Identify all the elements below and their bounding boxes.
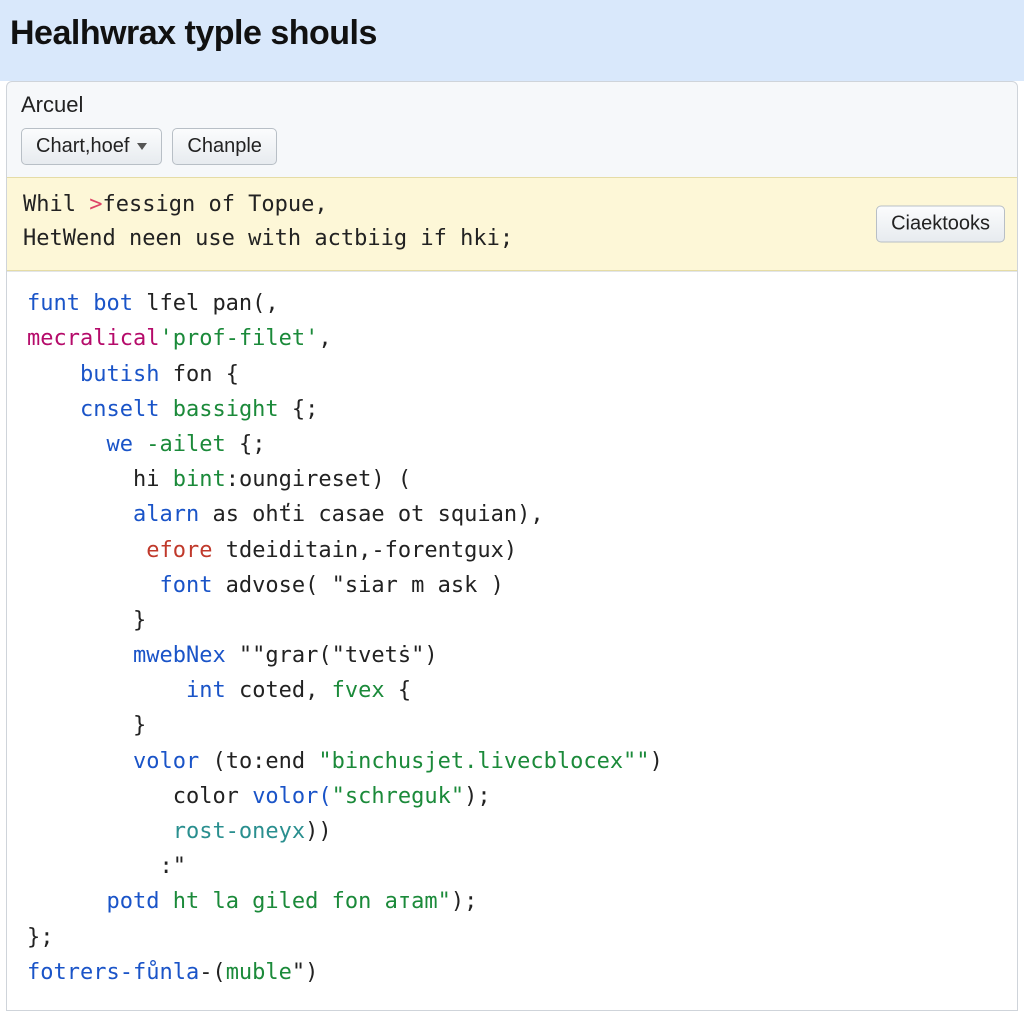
title-bar: Healhwrax typle shouls (0, 0, 1024, 81)
notice-line-1: Whil >fessign of Topue, (23, 188, 1001, 222)
page-title: Healhwrax typle shouls (10, 14, 1014, 53)
ciaektooks-button-label: Ciaektooks (891, 213, 990, 235)
main-panel: Arcuel Chart,hoef Chanple Whil >fessign … (6, 81, 1018, 1011)
chanple-button[interactable]: Chanple (172, 128, 277, 165)
panel-header: Arcuel Chart,hoef Chanple (7, 82, 1017, 177)
code-block: funt bot lfel pan(, mecralical'prof-file… (7, 271, 1017, 1010)
chanple-button-label: Chanple (187, 135, 262, 158)
notice-line-2: HetWend neen use with actbiig if hki; (23, 222, 1001, 256)
arrow-icon: > (89, 192, 102, 217)
notice-banner: Whil >fessign of Topue, HetWend neen use… (7, 177, 1017, 271)
ciaektooks-button[interactable]: Ciaektooks (876, 206, 1005, 243)
toolbar: Chart,hoef Chanple (21, 128, 1003, 165)
chevron-down-icon (137, 143, 147, 150)
chart-dropdown-button[interactable]: Chart,hoef (21, 128, 162, 165)
chart-dropdown-label: Chart,hoef (36, 135, 129, 158)
panel-title: Arcuel (21, 92, 1003, 118)
